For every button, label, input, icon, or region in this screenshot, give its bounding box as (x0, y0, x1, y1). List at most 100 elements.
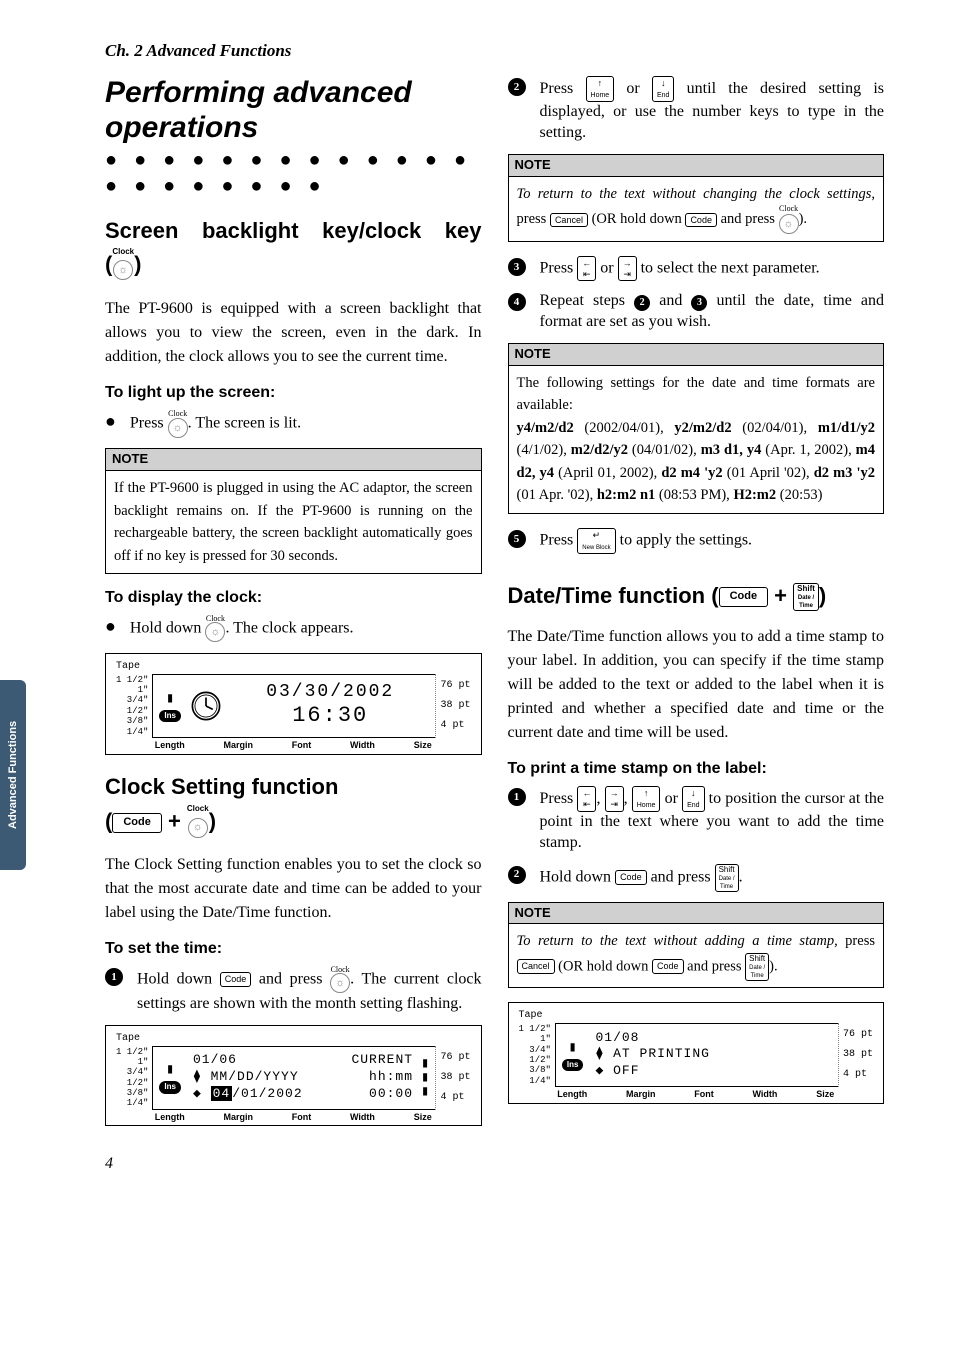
step-3-ref: 3 (691, 295, 707, 311)
tape-label: Tape (116, 1032, 471, 1045)
tape-label: Tape (116, 660, 471, 673)
code-key: Code (719, 587, 769, 606)
backlight-key-icon: ☼ (205, 622, 225, 642)
backlight-key-icon: ☼ (188, 818, 208, 838)
lcd-date: 03/30/2002 (231, 682, 430, 704)
print-stamp-heading: To print a time stamp on the label: (508, 759, 885, 780)
lcd-time: 16:30 (231, 703, 430, 729)
step-5-text: Press ↵New Block to apply the settings. (540, 528, 753, 554)
shift-key: ShiftDate /Time (745, 953, 769, 981)
dt-step-2-bullet: 2 (508, 866, 526, 884)
bullet-icon: ● (105, 615, 116, 635)
code-key: Code (685, 213, 717, 228)
pt-sizes: 76 pt38 pt4 pt (838, 1023, 873, 1087)
clock-tiny-label: Clock (330, 966, 350, 973)
ins-badge: Ins (562, 1059, 584, 1071)
tape-sizes: 1 1/2"1"3/4" 1/2"3/8"1/4" (519, 1023, 556, 1087)
pt-sizes: 76 pt38 pt4 pt (435, 674, 470, 738)
clock-tiny-label: Clock (187, 805, 209, 812)
backlight-key-icon: ☼ (113, 260, 133, 280)
step-5-bullet: 5 (508, 530, 526, 548)
left-key-icon: ←⇤ (577, 786, 596, 812)
lcd-clock-display: Tape 1 1/2"1"3/4" 1/2"3/8"1/4" ▮ Ins 03/… (105, 653, 482, 755)
page-number: 4 (105, 1154, 884, 1175)
ins-badge: Ins (159, 710, 181, 722)
display-clock-heading: To display the clock: (105, 588, 482, 609)
dt-step-2-text: Hold down Code and press ShiftDate /Time… (540, 864, 743, 892)
clock-setting-desc: The Clock Setting function enables you t… (105, 853, 482, 925)
date-time-desc: The Date/Time function allows you to add… (508, 625, 885, 745)
note-formats: NOTE The following settings for the date… (508, 343, 885, 514)
note-cancel-clock: NOTE To return to the text without chang… (508, 154, 885, 242)
backlight-key-icon: ☼ (330, 973, 350, 993)
clock-tiny-label: Clock (205, 615, 225, 622)
note-cancel-stamp: NOTE To return to the text without addin… (508, 902, 885, 988)
lcd-content: 01/08 ⧫ AT PRINTING ◆ OFF (591, 1030, 832, 1081)
step-3-bullet: 3 (508, 258, 526, 276)
lcd-time-stamp: Tape 1 1/2"1"3/4" 1/2"3/8"1/4" ▮ Ins 01/… (508, 1002, 885, 1104)
code-key: Code (615, 870, 647, 885)
display-clock-step: Hold down Clock☼. The clock appears. (130, 615, 354, 643)
down-key-icon: ↓End (652, 76, 674, 102)
clock-tiny-label: Clock (779, 205, 799, 212)
right-key-icon: →⇥ (618, 256, 637, 282)
step-2-bullet: 2 (508, 78, 526, 96)
main-title: Performing advanced operations (105, 76, 482, 145)
note-label: NOTE (509, 344, 884, 366)
step-4-bullet: 4 (508, 293, 526, 311)
note-body: To return to the text without adding a t… (509, 924, 884, 986)
note-label: NOTE (509, 903, 884, 925)
note-body: The following settings for the date and … (509, 366, 884, 513)
clock-tiny-label: Clock (168, 410, 188, 417)
note-backlight: NOTE If the PT-9600 is plugged in using … (105, 448, 482, 574)
step-4-text: Repeat steps 2 and 3 until the date, tim… (540, 291, 885, 333)
note-body: To return to the text without changing t… (509, 177, 884, 241)
shift-key: ShiftDate /Time (715, 864, 739, 892)
dot-divider: ● ● ● ● ● ● ● ● ● ● ● ● ● ● ● ● ● ● ● ● … (105, 147, 482, 199)
step-2-ref: 2 (634, 295, 650, 311)
note-label: NOTE (509, 155, 884, 177)
section-backlight-title: Screen backlight key/clock key (105, 217, 482, 246)
note-body: If the PT-9600 is plugged in using the A… (106, 471, 481, 573)
clock-setting-title: Clock Setting function (105, 773, 482, 802)
clock-icon (189, 689, 223, 723)
pt-sizes: 76 pt38 pt4 pt (435, 1046, 470, 1110)
up-key-icon: ↑Home (586, 76, 615, 102)
dt-step-1-text: Press ←⇤, →⇥, ↑Home or ↓End to position … (540, 786, 885, 854)
note-label: NOTE (106, 449, 481, 471)
step-2-text: Press ↑Home or ↓End until the desired se… (540, 76, 885, 144)
dt-step-1-bullet: 1 (508, 788, 526, 806)
left-key-icon: ←⇤ (577, 256, 596, 282)
set-time-heading: To set the time: (105, 939, 482, 960)
tape-sizes: 1 1/2"1"3/4" 1/2"3/8"1/4" (116, 674, 153, 738)
scroll-indicator: ▮▮▮ (421, 1057, 429, 1099)
date-time-title: Date/Time function (Code + ShiftDate /Ti… (508, 582, 885, 611)
backlight-key-icon: ☼ (168, 418, 188, 438)
right-column: 2 Press ↑Home or ↓End until the desired … (508, 76, 885, 1144)
enter-key-icon: ↵New Block (577, 528, 615, 554)
tape-sizes: 1 1/2"1"3/4" 1/2"3/8"1/4" (116, 1046, 153, 1110)
tape-label: Tape (519, 1009, 874, 1022)
lcd-content: 01/06CURRENT ⧫ MM/DD/YYYYhh:mm ◆ 04/01/2… (189, 1052, 413, 1103)
up-key-icon: ↑Home (632, 786, 661, 812)
light-up-heading: To light up the screen: (105, 383, 482, 404)
light-up-step: Press Clock☼. The screen is lit. (130, 410, 301, 438)
shift-key: ShiftDate /Time (793, 583, 819, 611)
ins-badge: Ins (159, 1081, 181, 1093)
step-1-bullet: 1 (105, 968, 123, 986)
left-column: Performing advanced operations ● ● ● ● ●… (105, 76, 482, 1144)
backlight-key-icon: ☼ (779, 214, 799, 234)
code-key: Code (112, 813, 162, 832)
cancel-key: Cancel (517, 959, 555, 974)
title-text: Screen backlight key/clock key (105, 218, 482, 243)
backlight-description: The PT-9600 is equipped with a screen ba… (105, 297, 482, 369)
cancel-key: Cancel (550, 213, 588, 228)
right-key-icon: →⇥ (605, 786, 624, 812)
side-tab: Advanced Functions (0, 680, 26, 870)
chapter-header: Ch. 2 Advanced Functions (105, 40, 884, 62)
bullet-icon: ● (105, 410, 116, 430)
clock-tiny-label: Clock (112, 248, 134, 255)
code-key: Code (220, 972, 252, 987)
step-3-text: Press ←⇤ or →⇥ to select the next parame… (540, 256, 820, 282)
code-key: Code (652, 959, 684, 974)
